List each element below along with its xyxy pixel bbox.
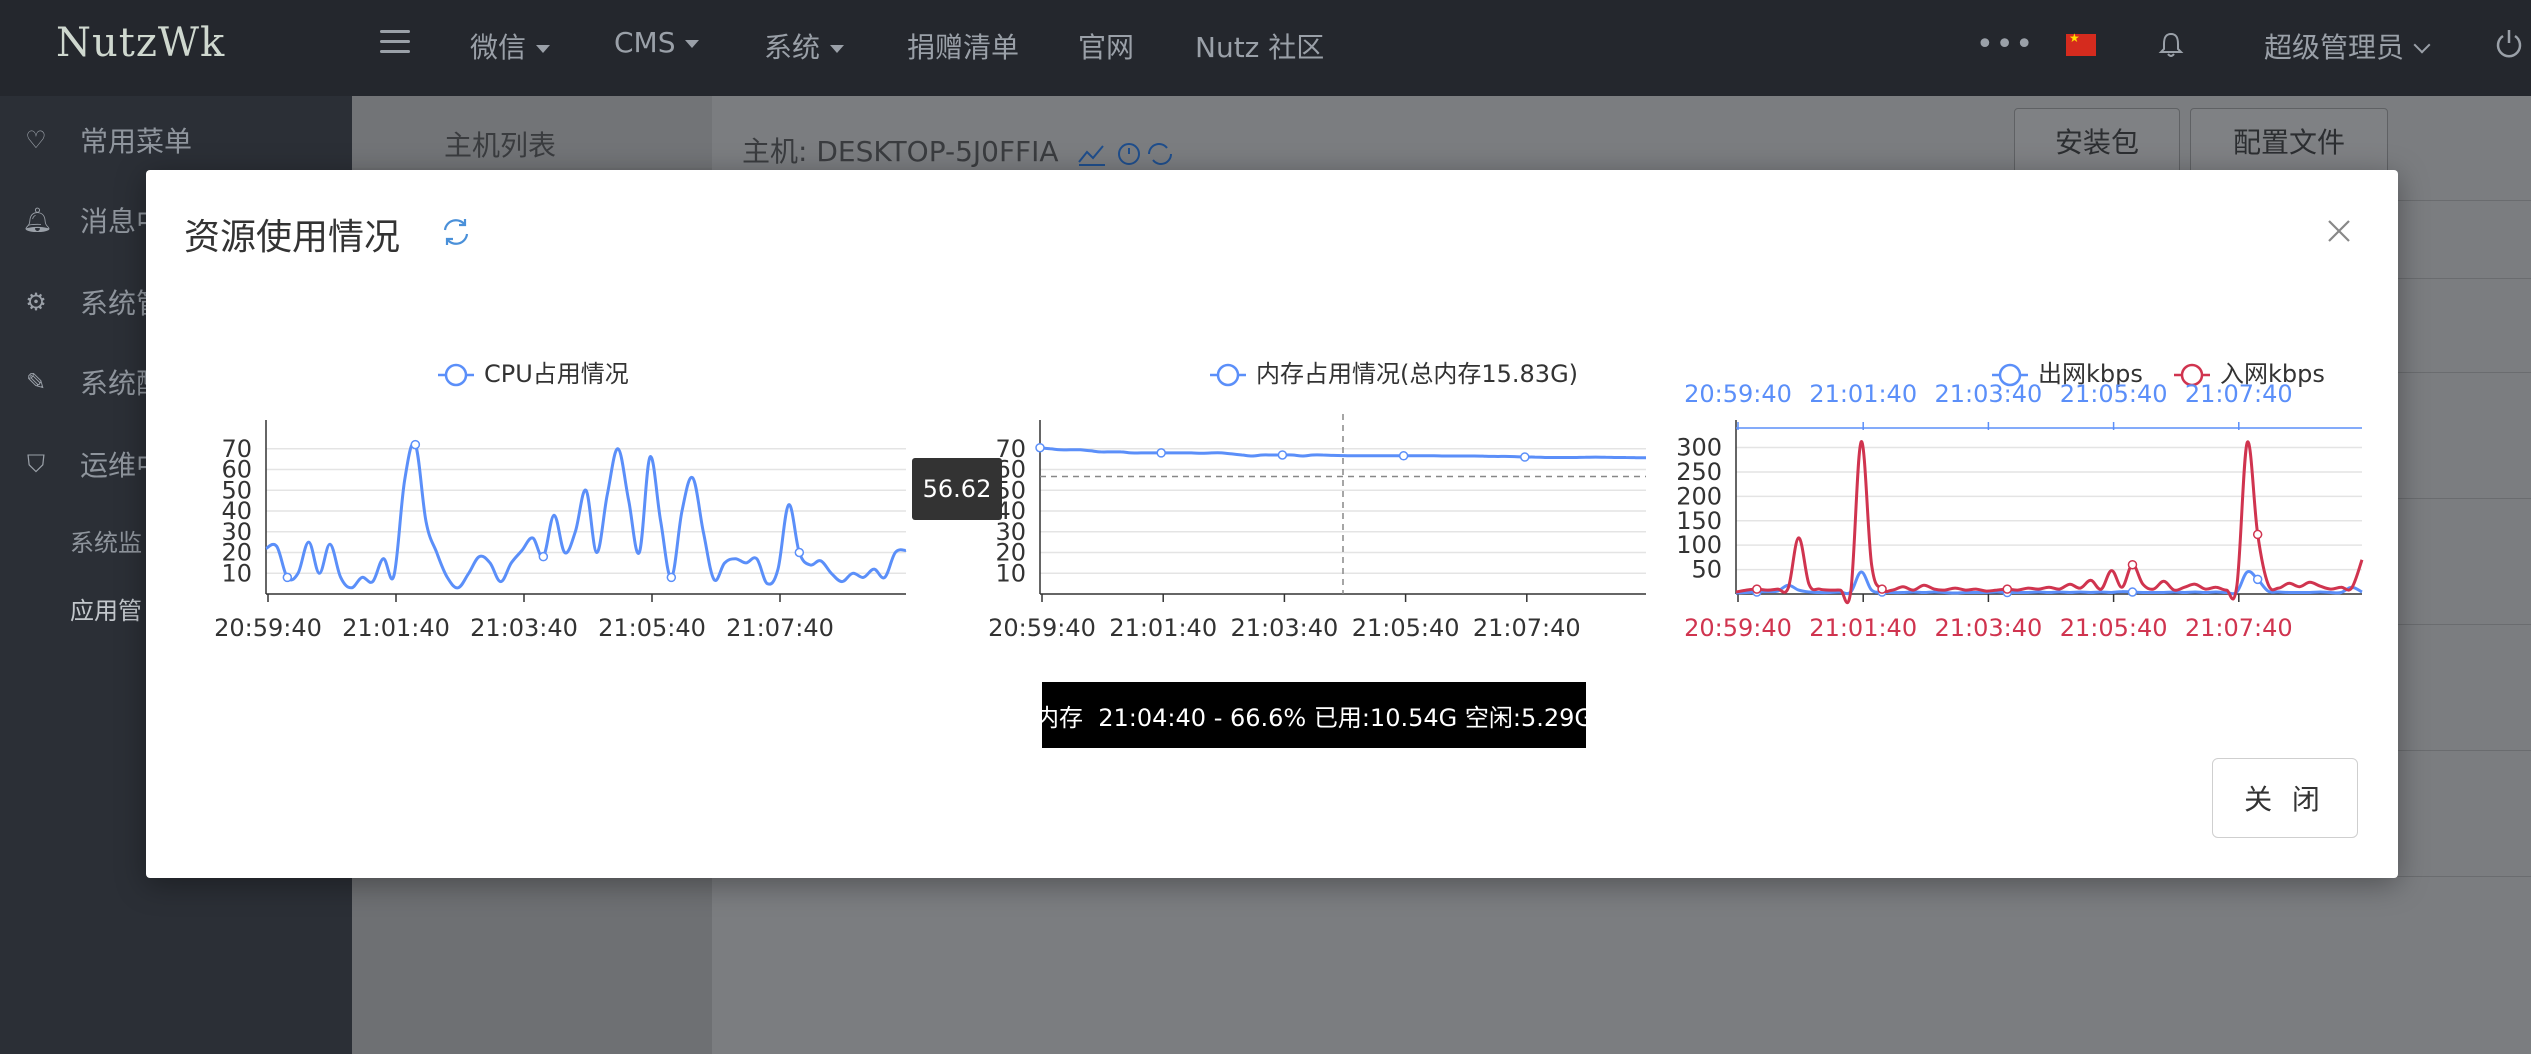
- series-point: [1877, 584, 1887, 594]
- legend-marker: [1216, 363, 1240, 387]
- memory-tooltip: 内存 21:04:40 - 66.6% 已用:10.54G 空闲:5.29G: [1035, 682, 1593, 748]
- brand-logo[interactable]: NutzWk: [56, 20, 225, 66]
- top-navbar: NutzWk 微信 CMS 系统 捐赠清单 官网 Nutz 社区 ••• 超级管…: [0, 0, 2531, 96]
- chevron-down-icon: [2413, 36, 2431, 54]
- x-tick-label: 21:01:40: [1109, 614, 1217, 642]
- config-file-button[interactable]: 配置文件: [2190, 108, 2388, 174]
- hamburger-menu-icon[interactable]: [380, 30, 410, 56]
- refresh-icon[interactable]: [440, 216, 472, 248]
- x-tick-label: 20:59:40: [214, 614, 322, 642]
- nav-menu-community[interactable]: Nutz 社区: [1195, 26, 1324, 66]
- series-point: [666, 572, 677, 583]
- shield-icon: ⛉: [27, 450, 45, 478]
- caret-down-icon: [830, 45, 845, 53]
- power-icon[interactable]: [2494, 28, 2524, 60]
- network-chart-svg: 出网kbps 入网kbps5010015020025030020:59:4020:…: [1676, 360, 2364, 642]
- series-point: [2252, 529, 2263, 540]
- series-line-1: [265, 441, 907, 590]
- series-point: [1752, 584, 1762, 594]
- x-tick-label: 21:07:40: [1473, 614, 1581, 642]
- series-point: [1398, 451, 1409, 461]
- caret-down-icon: [536, 45, 551, 53]
- sidebar-subitem-label: 系统监: [70, 528, 142, 557]
- x-tick-label: 21:05:40: [1352, 614, 1460, 642]
- trend-icon[interactable]: [1078, 145, 1106, 166]
- x-tick-label: 21:01:40: [1809, 614, 1917, 642]
- install-package-button[interactable]: 安装包: [2014, 108, 2180, 174]
- y-tick-label: 50: [1691, 556, 1722, 584]
- sidebar-subitem-label: 应用管: [70, 596, 142, 625]
- close-button[interactable]: 关 闭: [2212, 758, 2358, 838]
- x-tick-label: 21:07:40: [2185, 614, 2293, 642]
- legend-label: CPU占用情况: [484, 360, 629, 388]
- x-tick-label: 20:59:40: [988, 614, 1096, 642]
- heart-icon: ♡: [25, 126, 47, 154]
- bell-icon: 🔔︎: [22, 206, 53, 234]
- top-x-tick-label: 21:03:40: [1935, 380, 2043, 408]
- nav-menu-website[interactable]: 官网: [1078, 26, 1134, 66]
- timer-icon[interactable]: [1118, 143, 1141, 165]
- y-tick-label: 200: [1676, 482, 1722, 510]
- x-tick-label: 21:07:40: [726, 614, 834, 642]
- series-point: [1035, 442, 1045, 453]
- series-point: [2002, 584, 2013, 594]
- top-x-tick-label: 21:01:40: [1809, 380, 1917, 408]
- x-tick-label: 21:05:40: [2060, 614, 2168, 642]
- sidebar-item-label: 常用菜单: [80, 125, 193, 158]
- top-x-tick-label: 21:07:40: [2185, 380, 2293, 408]
- x-tick-label: 20:59:40: [1684, 614, 1792, 642]
- series-point: [410, 439, 421, 450]
- x-tick-label: 21:05:40: [598, 614, 706, 642]
- cpu-chart-svg: CPU占用情况1020304050607020:59:40 21:01:40 21:…: [214, 360, 907, 642]
- modal-title: 资源使用情况: [184, 217, 401, 258]
- series-point: [1156, 448, 1166, 458]
- axis-pointer-label: 56.62: [912, 458, 1002, 520]
- caret-down-icon: [685, 40, 700, 48]
- x-tick-label: 21:03:40: [1231, 614, 1339, 642]
- nav-menu-wechat[interactable]: 微信: [470, 26, 551, 66]
- legend-marker: [444, 363, 468, 387]
- user-menu[interactable]: 超级管理员: [2264, 26, 2431, 66]
- series-point: [794, 547, 805, 558]
- series-point: [538, 551, 549, 562]
- china-flag-icon[interactable]: [2066, 31, 2096, 56]
- series-point: [282, 572, 293, 583]
- y-tick-label: 300: [1676, 434, 1722, 462]
- gear-icon: ⚙: [25, 288, 47, 316]
- notification-bell-icon[interactable]: [2156, 30, 2186, 60]
- y-tick-label: 70: [221, 435, 252, 463]
- y-tick-label: 100: [1676, 531, 1722, 559]
- y-tick-label: 150: [1676, 507, 1722, 535]
- host-list-title: 主机列表: [444, 129, 557, 162]
- nav-menu-donation[interactable]: 捐赠清单: [907, 26, 1019, 66]
- x-tick-label: 21:03:40: [1935, 614, 2043, 642]
- x-tick-label: 21:01:40: [342, 614, 450, 642]
- network-chart: 出网kbps 入网kbps 50 100 150 200 250 300 20:59:40 20:…: [1626, 274, 2398, 754]
- refresh-icon[interactable]: [1148, 143, 1173, 165]
- series-point: [2252, 574, 2263, 585]
- x-tick-label: 21:03:40: [470, 614, 578, 642]
- nav-menu-system[interactable]: 系统: [764, 26, 845, 66]
- top-x-tick-label: 20:59:40: [1684, 380, 1792, 408]
- series-point: [2127, 587, 2138, 597]
- more-icon[interactable]: •••: [1976, 30, 2035, 60]
- host-title: 主机: DESKTOP-5J0FFIA: [742, 130, 1177, 170]
- y-tick-label: 250: [1676, 458, 1722, 486]
- series-point: [1277, 450, 1288, 460]
- series-point: [1520, 452, 1530, 462]
- resource-usage-modal: 资源使用情况 CPU占用情况 10 20 30 40 50 60 70 20:59:40 21:0…: [146, 170, 2398, 878]
- cpu-chart: CPU占用情况 10 20 30 40 50 60 70 20:59:40 21:01:40 21:…: [146, 274, 916, 754]
- top-x-tick-label: 21:05:40: [2060, 380, 2168, 408]
- legend-label: 内存占用情况(总内存15.83G): [1256, 360, 1578, 388]
- nav-menu-cms[interactable]: CMS: [614, 26, 700, 59]
- series-point: [2127, 559, 2138, 570]
- series-line-2: [1735, 440, 2364, 605]
- close-icon[interactable]: [2326, 218, 2352, 244]
- edit-icon: ✎: [25, 368, 47, 396]
